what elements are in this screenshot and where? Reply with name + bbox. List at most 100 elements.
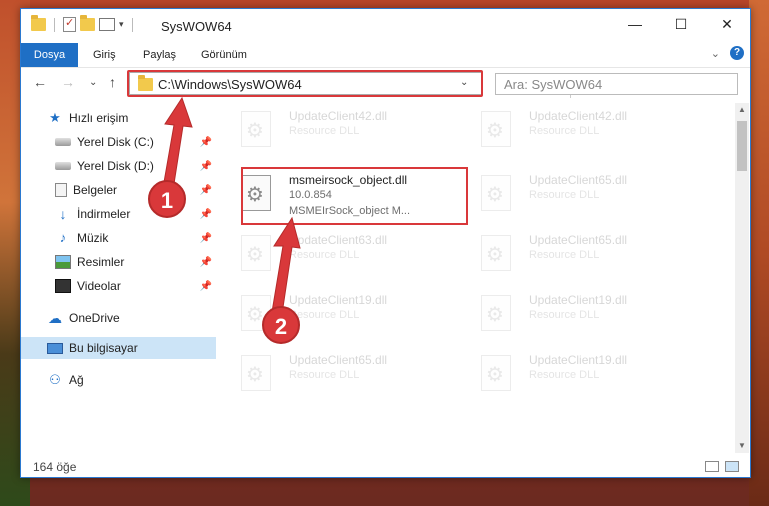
sidebar-item-label: Bu bilgisayar xyxy=(69,341,138,355)
sidebar-item-label: Videolar xyxy=(77,279,121,293)
gear-file-icon xyxy=(481,295,511,331)
list-item[interactable]: UpdateClient65.dll Resource DLL xyxy=(221,347,451,407)
gear-file-icon xyxy=(481,235,511,271)
vertical-scrollbar[interactable]: ▲ ▼ xyxy=(735,103,749,453)
pin-icon: 📌 xyxy=(199,136,212,148)
properties-check-icon[interactable] xyxy=(63,16,76,32)
document-icon xyxy=(55,183,67,197)
title-bar: ▾ SysWOW64 — ☐ ✕ xyxy=(21,9,750,43)
video-icon xyxy=(55,279,71,293)
scrollbar-thumb[interactable] xyxy=(737,121,747,171)
desktop-background-right xyxy=(749,0,769,506)
gear-file-icon xyxy=(481,111,511,147)
toolbar-divider xyxy=(54,17,55,32)
sidebar-item-videos[interactable]: Videolar 📌 xyxy=(55,275,216,297)
gear-file-icon xyxy=(241,355,271,391)
status-bar: 164 öğe xyxy=(21,455,750,479)
star-icon: ★ xyxy=(49,110,61,125)
sidebar-item-music[interactable]: ♪ Müzik 📌 xyxy=(55,227,216,249)
navigation-bar: ← → ⌄ ↑ C:\Windows\SysWOW64 ⌄ ↻ Ara: Sys… xyxy=(21,67,750,98)
gear-file-icon xyxy=(241,111,271,147)
ribbon-right-controls: ⌄ ? xyxy=(711,46,744,60)
scroll-down-icon[interactable]: ▼ xyxy=(735,439,749,453)
file-highlight-box xyxy=(241,167,468,225)
sidebar-item-this-pc[interactable]: Bu bilgisayar xyxy=(21,337,216,359)
list-item[interactable]: UpdateClient65.dll Resource DLL xyxy=(461,167,691,227)
new-folder-icon[interactable] xyxy=(80,15,95,31)
item-count: 164 öğe xyxy=(33,460,77,474)
network-icon: ⚇ xyxy=(49,372,61,387)
pictures-icon xyxy=(55,255,71,269)
sidebar-item-onedrive[interactable]: ☁ OneDrive xyxy=(47,307,216,329)
sidebar-item-label: Yerel Disk (D:) xyxy=(77,159,154,173)
cloud-icon: ☁ xyxy=(48,310,62,326)
pin-icon: 📌 xyxy=(199,160,212,172)
file-explorer-window: ▾ SysWOW64 — ☐ ✕ Dosya Giriş Paylaş Görü… xyxy=(20,8,751,478)
tab-share[interactable]: Paylaş xyxy=(143,45,176,65)
large-icons-view-icon[interactable] xyxy=(725,461,739,472)
sidebar-item-network[interactable]: ⚇ Ağ xyxy=(47,369,216,391)
help-icon[interactable]: ? xyxy=(730,46,744,60)
disk-icon xyxy=(55,138,71,146)
minimize-button[interactable]: — xyxy=(612,9,658,39)
tab-view[interactable]: Görünüm xyxy=(201,45,247,65)
list-item[interactable]: UpdateClient65.dll Resource DLL xyxy=(461,227,691,287)
up-button[interactable]: ↑ xyxy=(109,74,116,90)
search-placeholder: Ara: SysWOW64 xyxy=(504,77,603,92)
list-item[interactable]: UpdateClient19.dll Resource DLL xyxy=(461,347,691,407)
details-view-icon[interactable] xyxy=(705,461,719,472)
sidebar-item-local-disk-d[interactable]: Yerel Disk (D:) 📌 xyxy=(55,155,216,177)
gear-file-icon xyxy=(481,175,511,211)
tab-file[interactable]: Dosya xyxy=(21,43,78,67)
toolbar-divider xyxy=(131,17,133,32)
disk-icon xyxy=(55,162,71,170)
expand-ribbon-icon[interactable]: ⌄ xyxy=(711,47,720,60)
address-highlight-box xyxy=(127,70,483,97)
ribbon-tabs: Dosya Giriş Paylaş Görünüm ⌄ ? xyxy=(21,43,750,67)
sidebar-item-label: OneDrive xyxy=(69,311,120,325)
gear-file-icon xyxy=(481,355,511,391)
list-item[interactable]: UpdateClient19.dll Resource DLL xyxy=(221,287,451,347)
quick-access-toolbar: ▾ xyxy=(31,15,137,32)
chevron-down-icon[interactable]: ▾ xyxy=(119,19,124,30)
step-2-badge: 2 xyxy=(262,306,300,344)
window-title: SysWOW64 xyxy=(161,19,232,34)
sidebar-item-label: İndirmeler xyxy=(77,207,131,221)
search-box[interactable]: Ara: SysWOW64 xyxy=(495,73,738,95)
sidebar-item-label: Müzik xyxy=(77,231,109,245)
file-list: UpdateClient42.dll Resource DLL UpdateCl… xyxy=(221,103,731,453)
back-button[interactable]: ← xyxy=(33,74,47,90)
pin-icon: 📌 xyxy=(199,184,212,196)
recent-locations-button[interactable]: ⌄ xyxy=(89,77,97,88)
navigation-pane: ★ Hızlı erişim Yerel Disk (C:) 📌 Yerel D… xyxy=(21,103,216,455)
pin-icon: 📌 xyxy=(199,232,212,244)
sidebar-item-downloads[interactable]: ↓ İndirmeler 📌 xyxy=(55,203,216,225)
sidebar-item-local-disk-c[interactable]: Yerel Disk (C:) 📌 xyxy=(55,131,216,153)
scroll-up-icon[interactable]: ▲ xyxy=(735,103,749,117)
sidebar-item-label: Belgeler xyxy=(73,183,118,197)
list-item[interactable]: UpdateClient42.dll Resource DLL xyxy=(221,103,451,163)
sidebar-item-documents[interactable]: Belgeler 📌 xyxy=(55,179,216,201)
step-1-badge: 1 xyxy=(148,180,186,218)
computer-icon xyxy=(47,342,63,354)
list-item[interactable]: UpdateClient63.dll Resource DLL xyxy=(221,227,451,287)
sidebar-item-label: Yerel Disk (C:) xyxy=(77,135,154,149)
sidebar-item-quick-access[interactable]: ★ Hızlı erişim xyxy=(47,107,216,129)
sidebar-item-label: Resimler xyxy=(77,255,125,269)
customize-toolbar-icon[interactable] xyxy=(99,18,115,31)
gear-file-icon xyxy=(241,235,271,271)
forward-button[interactable]: → xyxy=(61,74,75,90)
music-icon: ♪ xyxy=(59,230,67,245)
list-item[interactable]: UpdateClient19.dll Resource DLL xyxy=(461,287,691,347)
download-icon: ↓ xyxy=(59,206,67,222)
pin-icon: 📌 xyxy=(199,256,212,268)
pin-icon: 📌 xyxy=(199,208,212,220)
sidebar-item-label: Ağ xyxy=(69,373,84,387)
tab-home[interactable]: Giriş xyxy=(93,45,116,65)
close-button[interactable]: ✕ xyxy=(704,9,750,39)
list-item[interactable]: UpdateClient42.dll Resource DLL xyxy=(461,103,691,163)
sidebar-item-pictures[interactable]: Resimler 📌 xyxy=(55,251,216,273)
maximize-button[interactable]: ☐ xyxy=(658,9,704,39)
folder-icon xyxy=(31,15,46,31)
pin-icon: 📌 xyxy=(199,280,212,292)
